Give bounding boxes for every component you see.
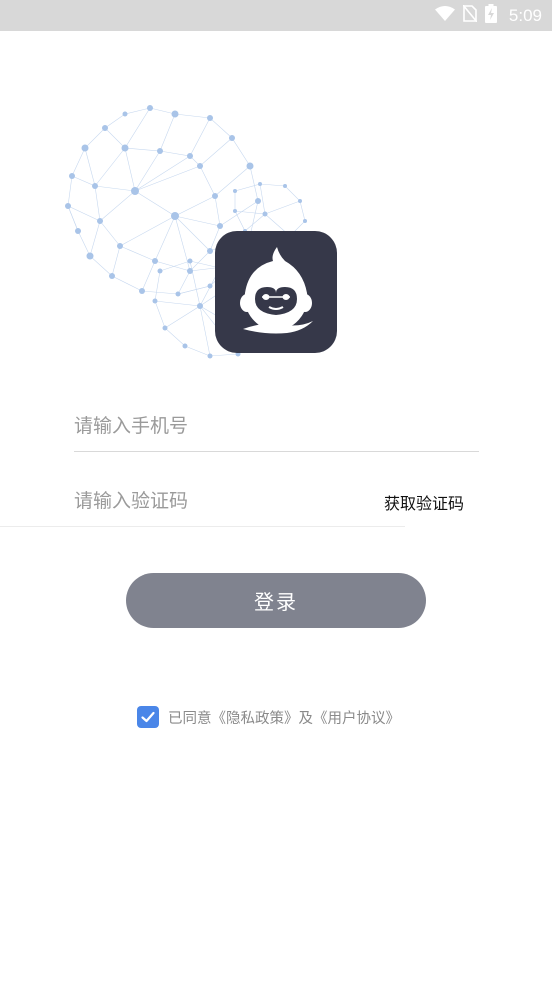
user-agreement-link[interactable]: 《用户协议》 bbox=[313, 711, 400, 727]
phone-input[interactable] bbox=[74, 414, 479, 437]
login-button[interactable]: 登录 bbox=[126, 573, 426, 628]
code-input[interactable] bbox=[74, 489, 405, 512]
agreement-prefix: 已同意 bbox=[168, 710, 212, 727]
privacy-policy-link[interactable]: 《隐私政策》 bbox=[212, 711, 299, 727]
agree-checkbox[interactable] bbox=[137, 706, 159, 728]
phone-field bbox=[74, 400, 479, 452]
battery-charging-icon bbox=[484, 4, 497, 27]
agreement-joiner: 及 bbox=[298, 710, 314, 727]
monkey-mascot-icon bbox=[215, 231, 337, 353]
agreement-text: 已同意《隐私政策》及《用户协议》 bbox=[168, 707, 400, 728]
agreement-row: 已同意《隐私政策》及《用户协议》 bbox=[137, 705, 400, 729]
code-field bbox=[0, 475, 405, 527]
status-bar: 5:09 bbox=[0, 0, 552, 31]
status-time: 5:09 bbox=[508, 5, 542, 25]
checkmark-icon bbox=[141, 711, 155, 723]
wifi-icon bbox=[434, 5, 455, 26]
get-code-button[interactable]: 获取验证码 bbox=[384, 490, 464, 514]
no-sim-icon bbox=[462, 4, 478, 26]
